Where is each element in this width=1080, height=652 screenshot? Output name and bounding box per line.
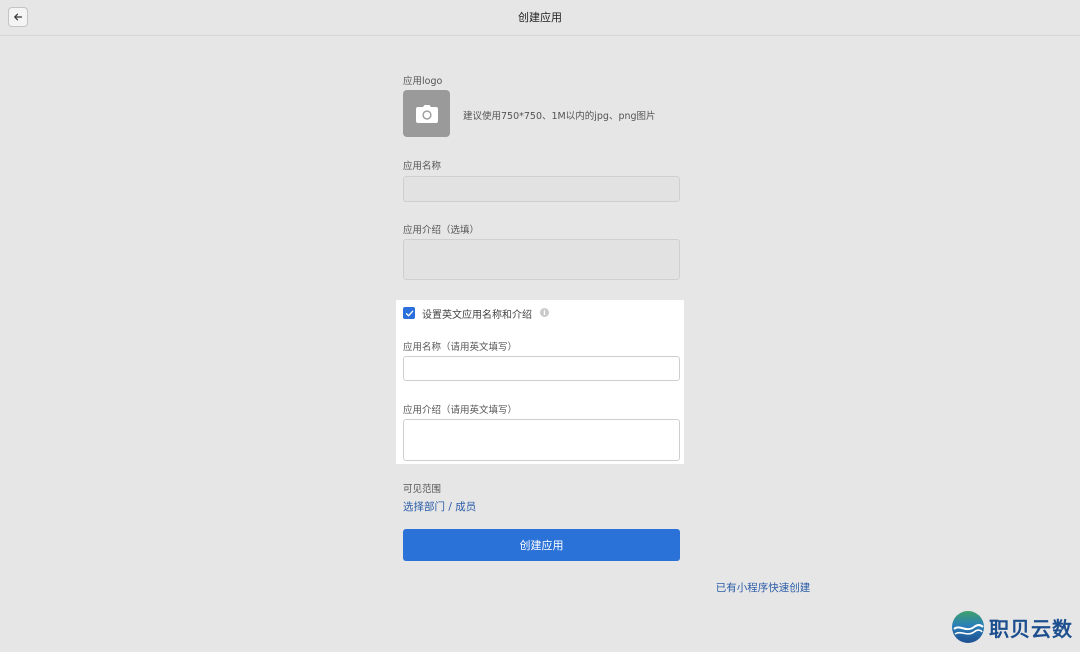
logo-label: 应用logo [403,76,443,87]
logo-upload-button[interactable] [403,90,450,137]
logo-hint: 建议使用750*750、1M以内的jpg、png图片 [463,111,656,122]
app-name-input[interactable] [403,176,680,202]
english-name-label: 应用名称（请用英文填写） [403,342,518,353]
app-intro-textarea[interactable] [403,239,680,280]
select-members-link[interactable]: 选择部门 / 成员 [403,499,476,514]
english-settings-label: 设置英文应用名称和介绍 [422,310,532,321]
app-name-label: 应用名称 [403,161,442,172]
app-intro-label: 应用介绍（选填） [403,225,480,236]
quick-create-link[interactable]: 已有小程序快速创建 [668,580,858,595]
check-icon [405,310,413,316]
watermark: 职贝云数 [950,608,1073,646]
info-icon[interactable]: i [540,308,549,317]
camera-icon [415,104,438,123]
page-title: 创建应用 [518,11,562,24]
brand-logo-icon [952,611,984,643]
title-bar: 创建应用 [0,0,1080,36]
watermark-text: 职贝云数 [989,616,1073,641]
create-app-button[interactable]: 创建应用 [403,529,680,561]
english-settings-checkbox[interactable] [403,307,415,319]
visibility-label: 可见范围 [403,484,442,495]
english-name-input[interactable] [403,356,680,381]
english-intro-label: 应用介绍（请用英文填写） [403,405,518,416]
english-intro-textarea[interactable] [403,419,680,461]
